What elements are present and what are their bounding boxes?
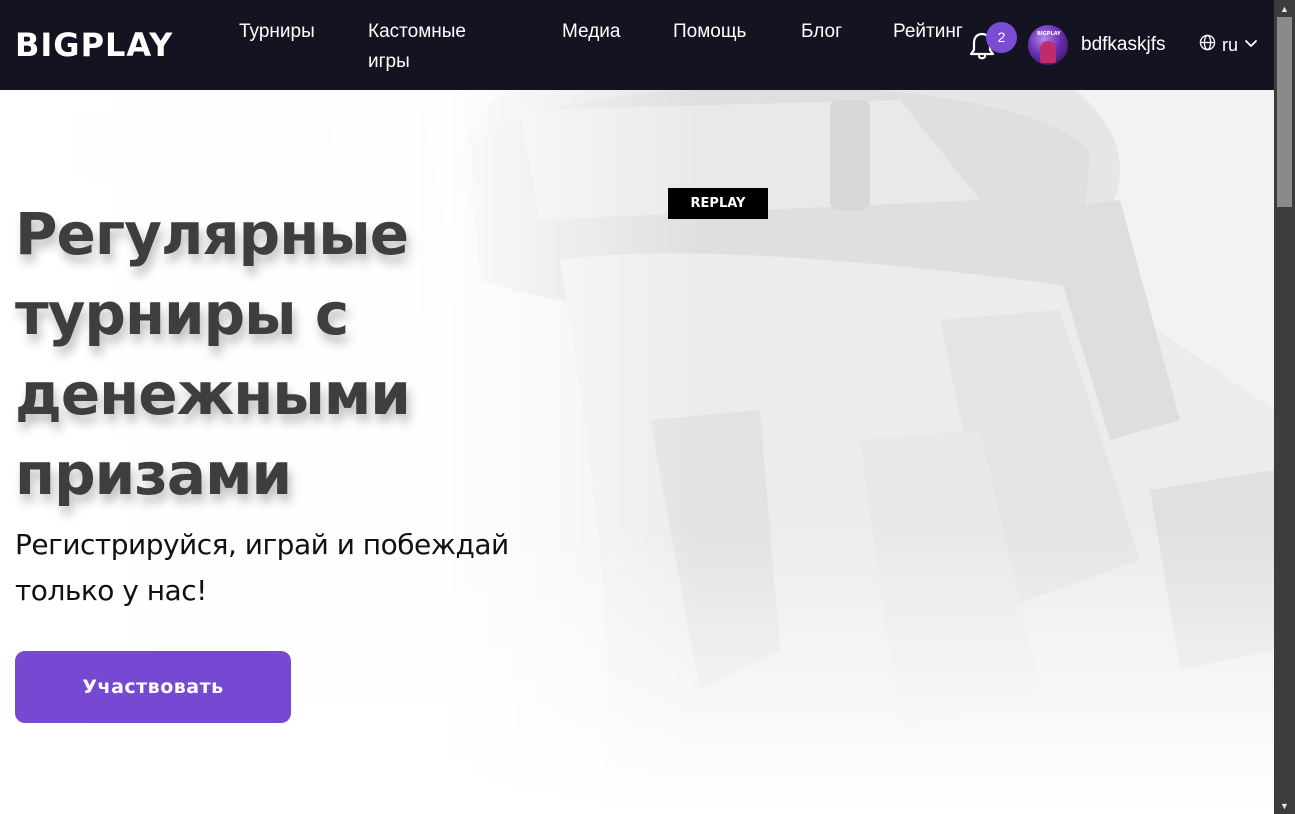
hero-section: REPLAY Регулярные турниры с денежными пр… <box>0 90 1274 814</box>
nav-blog[interactable]: Блог <box>801 17 842 47</box>
nav-help[interactable]: Помощь <box>673 17 746 47</box>
avatar-logo-text: BIGPLAY <box>1037 31 1061 37</box>
nav-tournaments[interactable]: Турниры <box>239 17 315 47</box>
language-code: ru <box>1222 34 1239 55</box>
avatar[interactable]: BIGPLAY <box>1028 25 1068 65</box>
logo[interactable]: BIGPLAY <box>15 28 173 62</box>
replay-tag: REPLAY <box>668 188 768 219</box>
nav-custom-games[interactable]: Кастомные игры <box>368 17 498 77</box>
username[interactable]: bdfkaskjfs <box>1081 30 1165 60</box>
top-header: BIGPLAY Турниры Кастомные игры Медиа Пом… <box>0 0 1274 90</box>
hero-subtitle: Регистрируйся, играй и побеждай только у… <box>15 528 509 607</box>
participate-button[interactable]: Участвовать <box>15 651 291 723</box>
scrollbar-thumb[interactable] <box>1277 17 1292 207</box>
scroll-down-arrow-icon[interactable]: ▼ <box>1274 797 1295 814</box>
notification-count-badge[interactable]: 2 <box>986 22 1017 53</box>
hero-title: Регулярные турниры с денежными призами <box>15 200 411 508</box>
vertical-scrollbar[interactable]: ▲ ▼ <box>1274 0 1295 814</box>
avatar-figure <box>1040 41 1056 63</box>
nav-rating[interactable]: Рейтинг <box>893 17 963 47</box>
language-selector[interactable]: ru <box>1199 31 1258 59</box>
globe-icon <box>1199 34 1216 56</box>
chevron-down-icon <box>1244 36 1258 54</box>
scroll-up-arrow-icon[interactable]: ▲ <box>1274 0 1295 17</box>
page: BIGPLAY Турниры Кастомные игры Медиа Пом… <box>0 0 1295 814</box>
nav-media[interactable]: Медиа <box>562 17 620 47</box>
